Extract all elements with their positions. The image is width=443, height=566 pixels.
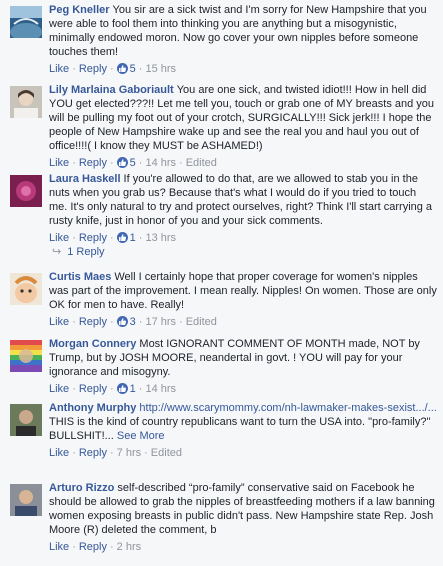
reply-arrow-icon: ↪ [52, 246, 62, 258]
comment-author[interactable]: Peg Kneller [49, 4, 110, 16]
like-count[interactable]: 1 [130, 383, 136, 395]
comment-item: Anthony Murphy http://www.scarymommy.com/… [0, 398, 443, 478]
avatar[interactable] [10, 6, 42, 38]
like-button[interactable]: Like [49, 541, 69, 553]
timestamp[interactable]: 14 hrs [145, 157, 176, 169]
edited-label[interactable]: Edited [151, 447, 182, 459]
timestamp[interactable]: 13 hrs [145, 232, 176, 244]
like-count[interactable]: 5 [130, 63, 136, 75]
reply-button[interactable]: Reply [79, 63, 107, 75]
avatar[interactable] [10, 273, 42, 305]
avatar[interactable] [10, 340, 42, 372]
reply-button[interactable]: Reply [79, 316, 107, 328]
comment-item: Peg Kneller You sir are a sick twist and … [0, 0, 443, 80]
comment-feed: Peg Kneller You sir are a sick twist and … [0, 0, 443, 566]
reply-button[interactable]: Reply [79, 157, 107, 169]
comment-author[interactable]: Laura Haskell [49, 173, 121, 185]
reply-button[interactable]: Reply [79, 383, 107, 395]
thumbs-up-icon [116, 232, 128, 243]
like-count[interactable]: 1 [130, 232, 136, 244]
comment-item: Curtis Maes Well I certainly hope that pr… [0, 267, 443, 334]
like-button[interactable]: Like [49, 232, 69, 244]
edited-label[interactable]: Edited [186, 316, 217, 328]
like-button[interactable]: Like [49, 316, 69, 328]
like-count[interactable]: 5 [130, 157, 136, 169]
comment-author[interactable]: Morgan Connery [49, 338, 136, 350]
comment-actions: Like · Reply · 1 · 14 hrs [49, 383, 177, 395]
reply-button[interactable]: Reply [79, 447, 107, 459]
timestamp[interactable]: 14 hrs [145, 383, 176, 395]
like-button[interactable]: Like [49, 157, 69, 169]
comment-item: Morgan Connery Most IGNORANT COMMENT OF M… [0, 334, 443, 398]
comment-text: THIS is the kind of country republicans … [49, 416, 431, 442]
comment-author[interactable]: Anthony Murphy [49, 402, 136, 414]
thumbs-up-icon [116, 316, 128, 327]
comment-actions: Like · Reply · 7 hrs · Edited [49, 447, 182, 459]
timestamp[interactable]: 15 hrs [145, 63, 176, 75]
view-replies-link[interactable]: ↪ 1 Reply [0, 245, 443, 267]
comment-actions: Like · Reply · 3 · 17 hrs · Edited [49, 316, 217, 328]
comment-actions: Like · Reply · 5 · 15 hrs [49, 63, 177, 75]
avatar[interactable] [10, 484, 42, 516]
timestamp[interactable]: 17 hrs [145, 316, 176, 328]
avatar[interactable] [10, 86, 42, 118]
like-button[interactable]: Like [49, 63, 69, 75]
comment-actions: Like · Reply · 5 · 14 hrs · Edited [49, 157, 217, 169]
like-button[interactable]: Like [49, 383, 69, 395]
timestamp[interactable]: 2 hrs [117, 541, 141, 553]
comment-actions: Like · Reply · 1 · 13 hrs [49, 232, 177, 244]
timestamp[interactable]: 7 hrs [117, 447, 141, 459]
comment-item: Lily Marlaina Gaboriault You are one sick… [0, 80, 443, 169]
see-more-link[interactable]: See More [117, 430, 165, 442]
comment-actions: Like · Reply · 2 hrs [49, 541, 142, 553]
comment-author[interactable]: Curtis Maes [49, 271, 111, 283]
reply-button[interactable]: Reply [79, 232, 107, 244]
comment-author[interactable]: Arturo Rizzo [49, 482, 114, 494]
avatar[interactable] [10, 175, 42, 207]
avatar[interactable] [10, 404, 42, 436]
reply-button[interactable]: Reply [79, 541, 107, 553]
like-button[interactable]: Like [49, 447, 69, 459]
edited-label[interactable]: Edited [186, 157, 217, 169]
comment-author[interactable]: Lily Marlaina Gaboriault [49, 84, 174, 96]
thumbs-up-icon [116, 157, 128, 168]
shared-link[interactable]: http://www.scarymommy.com/nh-lawmaker-ma… [139, 402, 436, 414]
comment-item: Laura Haskell If you're allowed to do tha… [0, 169, 443, 245]
comment-item: Arturo Rizzo self-described “pro-family” … [0, 478, 443, 558]
thumbs-up-icon [116, 383, 128, 394]
replies-count[interactable]: 1 Reply [67, 246, 104, 258]
like-count[interactable]: 3 [130, 316, 136, 328]
thumbs-up-icon [116, 63, 128, 74]
